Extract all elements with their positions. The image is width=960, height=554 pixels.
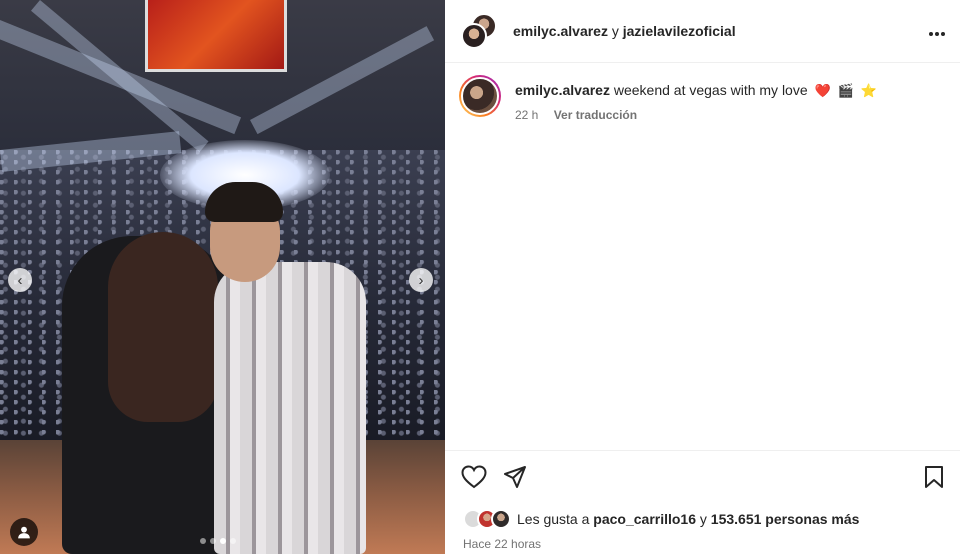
share-button[interactable] — [503, 465, 527, 494]
caption-time: 22 h — [515, 108, 539, 122]
more-options-icon — [929, 32, 945, 36]
username-link[interactable]: emilyc.alvarez — [513, 23, 608, 39]
chevron-left-icon: ‹ — [17, 271, 23, 289]
liked-by-username[interactable]: paco_carrillo16 — [593, 511, 696, 527]
chevron-right-icon: › — [418, 271, 424, 289]
post-side-panel: emilyc.alvarez y jazielavilezoficial emi… — [445, 0, 960, 554]
caption-body: weekend at vegas with my love — [613, 82, 808, 98]
save-button[interactable] — [924, 465, 944, 494]
likes-prefix: Les gusta a — [517, 511, 590, 527]
more-options-button[interactable] — [928, 20, 946, 43]
action-row — [461, 465, 944, 491]
clapper-emoji: 🎬 — [837, 83, 854, 98]
collab-conjunction: y — [611, 23, 619, 39]
user-tag-icon — [18, 526, 30, 539]
liker-avatars — [463, 509, 517, 529]
avatar — [461, 23, 487, 49]
avatar — [491, 509, 511, 529]
post-actions: Les gusta a paco_carrillo16 y 153.651 pe… — [445, 450, 960, 554]
post-timestamp: Hace 22 horas — [463, 537, 542, 551]
carousel-dot — [230, 538, 236, 544]
person-guy — [214, 262, 366, 554]
bookmark-icon — [925, 466, 943, 488]
likes-conjunction: y — [699, 511, 707, 527]
likes-summary[interactable]: Les gusta a paco_carrillo16 y 153.651 pe… — [463, 509, 859, 529]
caption-meta: 22 h Ver traducción — [515, 108, 877, 122]
post-header: emilyc.alvarez y jazielavilezoficial — [445, 0, 960, 63]
send-icon — [504, 466, 526, 488]
collab-avatars[interactable] — [461, 13, 497, 49]
caption: emilyc.alvarez weekend at vegas with my … — [445, 63, 960, 122]
like-button[interactable] — [461, 465, 487, 494]
see-translation-link[interactable]: Ver traducción — [554, 108, 637, 122]
user-tag-button[interactable] — [10, 518, 38, 546]
carousel-prev-button[interactable]: ‹ — [8, 268, 32, 292]
caption-text: emilyc.alvarez weekend at vegas with my … — [515, 81, 877, 100]
carousel-dot-active — [220, 538, 226, 544]
star-emoji: ⭐ — [860, 83, 877, 98]
person-guy-hair — [205, 182, 283, 222]
post-photo[interactable]: ‹ › — [0, 0, 445, 554]
carousel-dot — [200, 538, 206, 544]
caption-username[interactable]: emilyc.alvarez — [515, 82, 610, 98]
collab-usernames: emilyc.alvarez y jazielavilezoficial — [513, 23, 736, 39]
caption-avatar[interactable] — [459, 75, 501, 117]
heart-emoji: ❤️ — [814, 83, 831, 98]
heart-icon — [461, 465, 487, 489]
carousel-dots — [200, 538, 236, 544]
likes-count[interactable]: 153.651 personas más — [711, 511, 860, 527]
carousel-dot — [210, 538, 216, 544]
arena-screen — [145, 0, 287, 72]
carousel-next-button[interactable]: › — [409, 268, 433, 292]
username-link[interactable]: jazielavilezoficial — [623, 23, 736, 39]
person-girl-hair — [108, 232, 218, 422]
